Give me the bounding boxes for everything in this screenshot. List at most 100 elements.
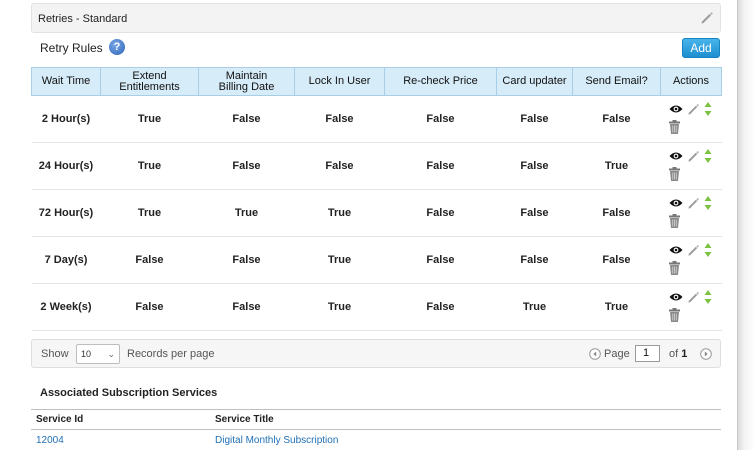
total-pages-value: 1 (681, 348, 688, 360)
cell-maintain-billing-date: False (198, 142, 295, 190)
cell-wait-time: 72 Hour(s) (31, 189, 101, 237)
eye-icon[interactable] (669, 104, 683, 117)
cell-send-email: True (572, 142, 661, 190)
row-actions (660, 283, 722, 331)
pencil-icon[interactable] (687, 291, 700, 307)
trash-icon[interactable] (668, 120, 680, 137)
eye-icon[interactable] (669, 151, 683, 164)
cell-recheck-price: False (384, 236, 497, 284)
window-edge (737, 0, 755, 450)
column-header-maintain-billing-date[interactable]: Maintain Billing Date (198, 67, 295, 96)
table-header-row: Wait Time Extend Entitlements Maintain Bil… (31, 67, 722, 96)
sort-icon[interactable] (704, 148, 712, 167)
page-label: Page (604, 348, 630, 360)
cell-recheck-price: False (384, 189, 497, 237)
cell-maintain-billing-date: False (198, 283, 295, 331)
row-actions (660, 236, 722, 284)
cell-lock-in-user: True (294, 189, 385, 237)
records-per-page-label: Records per page (127, 348, 215, 360)
services-header-row: Service Id Service Title (31, 409, 721, 430)
row-actions (660, 95, 722, 143)
eye-icon[interactable] (669, 198, 683, 211)
cell-wait-time: 24 Hour(s) (31, 142, 101, 190)
pencil-icon[interactable] (687, 103, 700, 119)
retry-rules-body: 2 Hour(s) True False False False False False 24… (31, 95, 722, 331)
sort-icon[interactable] (704, 242, 712, 261)
row-actions (660, 189, 722, 237)
eye-icon[interactable] (669, 292, 683, 305)
table-row: 12004 Digital Monthly Subscription (31, 430, 721, 450)
cell-lock-in-user: False (294, 95, 385, 143)
cell-card-updater: False (496, 95, 573, 143)
pencil-icon[interactable] (700, 11, 714, 25)
table-row: 24 Hour(s) True False False False False True (31, 142, 722, 190)
pencil-icon[interactable] (687, 244, 700, 260)
cell-recheck-price: False (384, 95, 497, 143)
service-title-link[interactable]: Digital Monthly Subscription (215, 435, 338, 446)
eye-icon[interactable] (669, 245, 683, 258)
cell-card-updater: False (496, 236, 573, 284)
pagination-bar: Show 10 ⌄ Records per page Page 1 of 1 (31, 339, 721, 368)
table-row: 7 Day(s) False False True False False False (31, 236, 722, 284)
column-header-extend-entitlements[interactable]: Extend Entitlements (100, 67, 199, 96)
trash-icon[interactable] (668, 308, 680, 325)
table-row: 2 Hour(s) True False False False False False (31, 95, 722, 143)
of-label: of (669, 348, 679, 360)
trash-icon[interactable] (668, 261, 680, 278)
cell-send-email: False (572, 236, 661, 284)
column-header-send-email[interactable]: Send Email? (572, 67, 661, 96)
panel-header: Retries - Standard (31, 3, 721, 33)
cell-lock-in-user: False (294, 142, 385, 190)
associated-services-title: Associated Subscription Services (40, 387, 218, 399)
table-row: 72 Hour(s) True True True False False False (31, 189, 722, 237)
retry-rules-label: Retry Rules (40, 41, 103, 55)
cell-maintain-billing-date: True (198, 189, 295, 237)
page-number-input[interactable]: 1 (635, 345, 660, 362)
cell-extend-entitlements: True (100, 95, 199, 143)
associated-services-table: Service Id Service Title 12004 Digital M… (31, 409, 721, 450)
records-per-page-select[interactable]: 10 ⌄ (76, 344, 120, 364)
table-row: 2 Week(s) False False True False True True (31, 283, 722, 331)
column-header-card-updater[interactable]: Card updater (496, 67, 573, 96)
column-header-service-title: Service Title (210, 409, 721, 430)
cell-maintain-billing-date: False (198, 95, 295, 143)
cell-recheck-price: False (384, 283, 497, 331)
records-per-page-value: 10 (81, 349, 92, 359)
chevron-down-icon: ⌄ (107, 349, 115, 359)
column-header-wait-time[interactable]: Wait Time (31, 67, 101, 96)
sort-icon[interactable] (704, 289, 712, 308)
show-label: Show (41, 348, 69, 360)
cell-lock-in-user: True (294, 236, 385, 284)
column-header-lock-in-user[interactable]: Lock In User (294, 67, 385, 96)
panel-title: Retries - Standard (38, 13, 128, 25)
cell-extend-entitlements: False (100, 236, 199, 284)
cell-recheck-price: False (384, 142, 497, 190)
column-header-recheck-price[interactable]: Re-check Price (384, 67, 497, 96)
trash-icon[interactable] (668, 214, 680, 231)
cell-wait-time: 2 Hour(s) (31, 95, 101, 143)
pencil-icon[interactable] (687, 197, 700, 213)
add-button[interactable]: Add (682, 38, 720, 58)
column-header-service-id: Service Id (31, 409, 210, 430)
cell-lock-in-user: True (294, 283, 385, 331)
next-page-icon[interactable] (700, 348, 712, 360)
trash-icon[interactable] (668, 167, 680, 184)
sort-icon[interactable] (704, 195, 712, 214)
cell-send-email: False (572, 95, 661, 143)
total-pages: of 1 (669, 348, 687, 360)
service-id-link[interactable]: 12004 (36, 435, 64, 446)
cell-send-email: True (572, 283, 661, 331)
cell-send-email: False (572, 189, 661, 237)
cell-wait-time: 7 Day(s) (31, 236, 101, 284)
cell-card-updater: False (496, 189, 573, 237)
retry-rules-table: Wait Time Extend Entitlements Maintain Bil… (31, 67, 722, 331)
pencil-icon[interactable] (687, 150, 700, 166)
cell-wait-time: 2 Week(s) (31, 283, 101, 331)
row-actions (660, 142, 722, 190)
question-circle-icon[interactable]: ? (109, 39, 125, 55)
prev-page-icon[interactable] (589, 348, 601, 360)
cell-extend-entitlements: True (100, 142, 199, 190)
sort-icon[interactable] (704, 101, 712, 120)
cell-extend-entitlements: True (100, 189, 199, 237)
column-header-actions: Actions (660, 67, 722, 96)
